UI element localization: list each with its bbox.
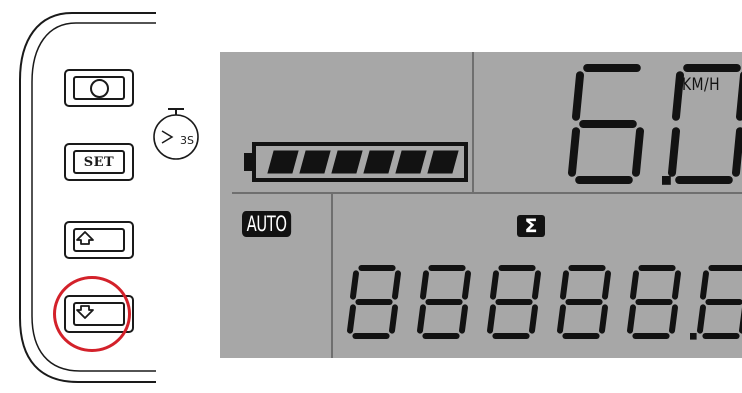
down-button-highlight bbox=[53, 276, 131, 352]
lcd-segment bbox=[557, 304, 566, 334]
odometer-value-text: 88888.8 bbox=[220, 52, 221, 53]
odometer-value bbox=[347, 265, 742, 340]
lcd-segment bbox=[632, 127, 644, 177]
lcd-segment bbox=[459, 304, 468, 334]
handlebar-controller: SET bbox=[0, 0, 160, 393]
up-button-face bbox=[73, 228, 125, 252]
lcd-segment bbox=[700, 270, 709, 300]
lcd-segment bbox=[389, 304, 398, 334]
up-button[interactable] bbox=[64, 221, 134, 259]
battery-bar bbox=[331, 150, 363, 174]
power-button-face bbox=[73, 76, 125, 100]
lcd-decimal-point bbox=[690, 333, 697, 340]
lcd-divider-horizontal bbox=[232, 192, 742, 194]
lcd-divider-bottom bbox=[331, 192, 333, 358]
lcd-segment bbox=[529, 304, 538, 334]
power-button[interactable] bbox=[64, 69, 134, 107]
lcd-segment bbox=[602, 270, 611, 300]
set-button[interactable]: SET bbox=[64, 143, 134, 181]
lcd-segment bbox=[630, 270, 639, 300]
battery-bar bbox=[267, 150, 299, 174]
lcd-segment bbox=[732, 127, 742, 177]
battery-bar bbox=[427, 150, 459, 174]
lcd-segment bbox=[417, 304, 426, 334]
arrow-up-icon bbox=[76, 231, 94, 245]
lcd-segment bbox=[568, 127, 580, 177]
speed-value bbox=[568, 64, 742, 185]
battery-bar bbox=[395, 150, 427, 174]
auto-mode-badge: AUTO bbox=[242, 211, 292, 237]
stopwatch-icon bbox=[153, 108, 199, 160]
set-button-label: SET bbox=[83, 154, 115, 170]
timer-duration: 3S bbox=[180, 134, 194, 147]
lcd-segment bbox=[672, 71, 684, 121]
lcd-segment bbox=[572, 71, 584, 121]
lcd-segment bbox=[490, 270, 499, 300]
lcd-segment bbox=[668, 127, 680, 177]
lcd-segment bbox=[532, 270, 541, 300]
lcd-segment bbox=[462, 270, 471, 300]
lcd-segment bbox=[347, 304, 356, 334]
power-icon bbox=[89, 78, 109, 98]
lcd-segment bbox=[627, 304, 636, 334]
lcd-decimal-point bbox=[662, 176, 671, 185]
set-button-face: SET bbox=[73, 150, 125, 174]
lcd-segment bbox=[560, 270, 569, 300]
battery-bar bbox=[299, 150, 331, 174]
lcd-segment bbox=[392, 270, 401, 300]
lcd-segment bbox=[672, 270, 681, 300]
lcd-segment bbox=[599, 304, 608, 334]
sigma-icon: Σ bbox=[517, 215, 545, 237]
lcd-segment bbox=[420, 270, 429, 300]
speed-value-text: 6.0 bbox=[220, 52, 221, 53]
lcd-display: AUTO Σ KM/H 6.0 88888.8 bbox=[220, 52, 742, 358]
lcd-segment bbox=[697, 304, 706, 334]
battery-icon bbox=[244, 142, 468, 182]
battery-bar bbox=[363, 150, 395, 174]
lcd-segment bbox=[350, 270, 359, 300]
lcd-segment bbox=[669, 304, 678, 334]
lcd-segment bbox=[487, 304, 496, 334]
